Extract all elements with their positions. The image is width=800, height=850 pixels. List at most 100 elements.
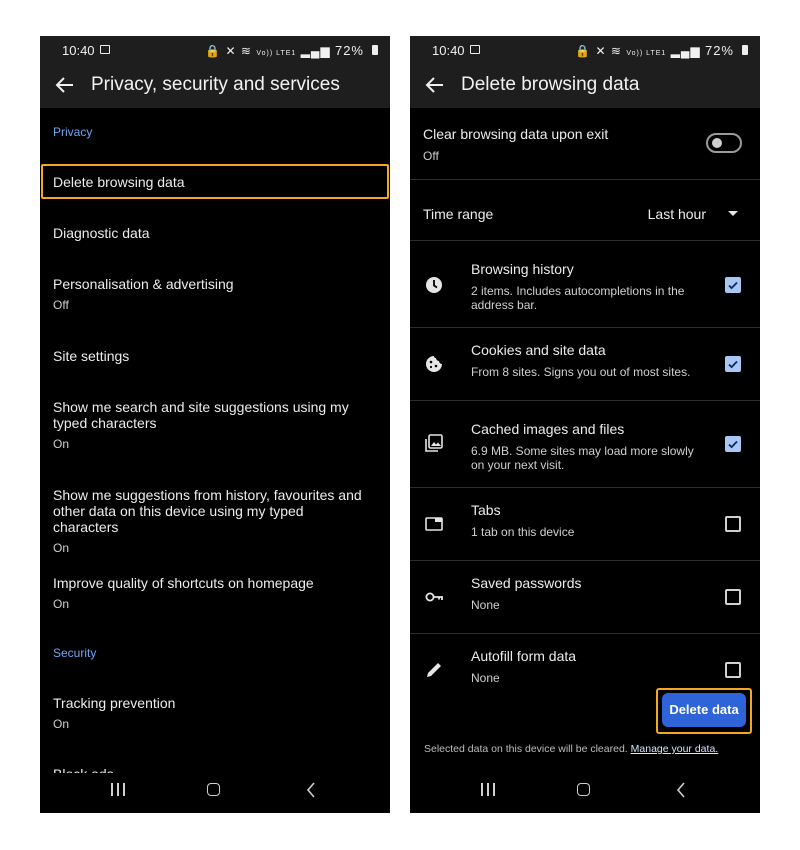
system-nav-bar: [410, 773, 760, 813]
clear-on-exit-state: Off: [423, 149, 439, 163]
back-arrow-icon[interactable]: [54, 74, 76, 96]
cached-images-checkbox[interactable]: [725, 436, 741, 452]
option-tabs[interactable]: Tabs 1 tab on this device: [410, 488, 760, 560]
setting-diagnostic-data[interactable]: Diagnostic data: [40, 225, 390, 241]
gallery-notification-icon: [100, 45, 110, 54]
page-title: Privacy, security and services: [91, 74, 340, 95]
manage-data-link[interactable]: Manage your data.: [631, 743, 719, 755]
cookie-icon: [426, 356, 442, 372]
clear-on-exit-label: Clear browsing data upon exit: [423, 126, 609, 142]
setting-title: Personalisation & advertising: [53, 276, 234, 292]
clear-on-exit-toggle[interactable]: [706, 133, 742, 153]
option-browsing-history[interactable]: Browsing history 2 items. Includes autoc…: [410, 241, 760, 327]
option-title: Tabs: [471, 502, 501, 518]
status-icons: 🔒 ✕ ≋ Vo)) LTE1 ▂▄▆ 72%: [575, 43, 734, 58]
clear-on-exit-row[interactable]: Clear browsing data upon exit Off: [410, 126, 760, 180]
option-title: Browsing history: [471, 261, 574, 277]
autofill-checkbox[interactable]: [725, 662, 741, 678]
battery-icon: [742, 45, 748, 55]
nav-back-icon[interactable]: [676, 782, 686, 798]
option-text: Cached images and files 6.9 MB. Some sit…: [471, 421, 700, 472]
cookies-checkbox[interactable]: [725, 356, 741, 372]
battery-icon: [372, 45, 378, 55]
option-subtitle: 1 tab on this device: [471, 525, 575, 539]
time-range-row[interactable]: Time range Last hour: [410, 180, 760, 240]
setting-status: On: [53, 597, 70, 611]
status-bar: 10:40 🔒 ✕ ≋ Vo)) LTE1 ▂▄▆ 72%: [410, 36, 760, 64]
tab-icon: [425, 517, 443, 531]
dropdown-caret-icon[interactable]: [728, 211, 738, 216]
option-autofill[interactable]: Autofill form data None: [410, 634, 760, 682]
app-bar: Delete browsing data: [410, 64, 760, 108]
setting-title: Show me search and site suggestions usin…: [53, 399, 349, 431]
recents-icon[interactable]: [481, 783, 495, 796]
setting-title: Diagnostic data: [53, 225, 150, 241]
images-icon: [425, 434, 443, 452]
setting-status: On: [53, 541, 70, 555]
option-text: Autofill form data None: [471, 648, 700, 682]
setting-status: On: [53, 717, 70, 731]
setting-title: Show me suggestions from history, favour…: [53, 487, 362, 535]
nav-back-icon[interactable]: [306, 782, 316, 798]
browsing-history-checkbox[interactable]: [725, 277, 741, 293]
saved-passwords-checkbox[interactable]: [725, 589, 741, 605]
clock-icon: [426, 277, 442, 293]
setting-title: Tracking prevention: [53, 695, 176, 711]
tabs-checkbox[interactable]: [725, 516, 741, 532]
time-range-select[interactable]: Last hour: [648, 206, 706, 222]
setting-status: On: [53, 437, 70, 451]
status-bar: 10:40 🔒 ✕ ≋ Vo)) LTE1 ▂▄▆ 72%: [40, 36, 390, 64]
option-title: Cached images and files: [471, 421, 625, 437]
setting-delete-browsing-data[interactable]: Delete browsing data: [40, 174, 390, 190]
option-subtitle: None: [471, 598, 500, 612]
page-title: Delete browsing data: [461, 74, 640, 95]
setting-title: Delete browsing data: [53, 174, 185, 190]
status-time: 10:40: [432, 43, 465, 58]
option-title: Cookies and site data: [471, 342, 606, 358]
option-title: Autofill form data: [471, 648, 577, 664]
app-bar: Privacy, security and services: [40, 64, 390, 108]
option-subtitle: 2 items. Includes autocompletions in the…: [471, 284, 685, 312]
status-icons: 🔒 ✕ ≋ Vo)) LTE1 ▂▄▆ 72%: [205, 43, 364, 58]
gallery-notification-icon: [470, 45, 480, 54]
battery-level: 72%: [334, 43, 364, 58]
option-text: Saved passwords None: [471, 575, 700, 612]
privacy-settings-screen: 10:40 🔒 ✕ ≋ Vo)) LTE1 ▂▄▆ 72% Privacy, s…: [40, 36, 390, 813]
setting-search-suggestions[interactable]: Show me search and site suggestions usin…: [40, 399, 390, 451]
option-text: Browsing history 2 items. Includes autoc…: [471, 261, 700, 312]
option-subtitle: 6.9 MB. Some sites may load more slowly …: [471, 444, 694, 472]
option-subtitle: None: [471, 671, 500, 682]
footnote: Selected data on this device will be cle…: [424, 743, 718, 755]
network-label: Vo)) LTE1: [626, 50, 667, 57]
option-saved-passwords[interactable]: Saved passwords None: [410, 561, 760, 633]
time-range-label: Time range: [423, 206, 494, 222]
pencil-icon: [427, 663, 441, 677]
footnote-text: Selected data on this device will be cle…: [424, 743, 628, 755]
recents-icon[interactable]: [111, 783, 125, 796]
delete-data-button[interactable]: Delete data: [662, 693, 746, 727]
setting-title: Site settings: [53, 348, 130, 364]
system-nav-bar: [40, 773, 390, 813]
status-time: 10:40: [62, 43, 95, 58]
setting-status: Off: [53, 298, 69, 312]
option-title: Saved passwords: [471, 575, 582, 591]
setting-history-suggestions[interactable]: Show me suggestions from history, favour…: [40, 487, 390, 555]
option-cached-images[interactable]: Cached images and files 6.9 MB. Some sit…: [410, 401, 760, 487]
option-cookies[interactable]: Cookies and site data From 8 sites. Sign…: [410, 328, 760, 400]
setting-tracking-prevention[interactable]: Tracking prevention On: [40, 695, 390, 731]
key-icon: [425, 592, 443, 602]
setting-personalisation[interactable]: Personalisation & advertising Off: [40, 276, 390, 312]
back-arrow-icon[interactable]: [424, 74, 446, 96]
option-text: Tabs 1 tab on this device: [471, 502, 700, 539]
section-security: Security: [53, 646, 97, 660]
delete-browsing-data-screen: 10:40 🔒 ✕ ≋ Vo)) LTE1 ▂▄▆ 72% Delete bro…: [410, 36, 760, 813]
battery-level: 72%: [704, 43, 734, 58]
section-privacy: Privacy: [53, 125, 93, 139]
home-icon[interactable]: [577, 783, 590, 796]
home-icon[interactable]: [207, 783, 220, 796]
setting-title: Improve quality of shortcuts on homepage: [53, 575, 314, 591]
setting-site-settings[interactable]: Site settings: [40, 348, 390, 364]
option-text: Cookies and site data From 8 sites. Sign…: [471, 342, 700, 379]
setting-shortcuts-quality[interactable]: Improve quality of shortcuts on homepage…: [40, 575, 390, 611]
option-subtitle: From 8 sites. Signs you out of most site…: [471, 365, 691, 379]
